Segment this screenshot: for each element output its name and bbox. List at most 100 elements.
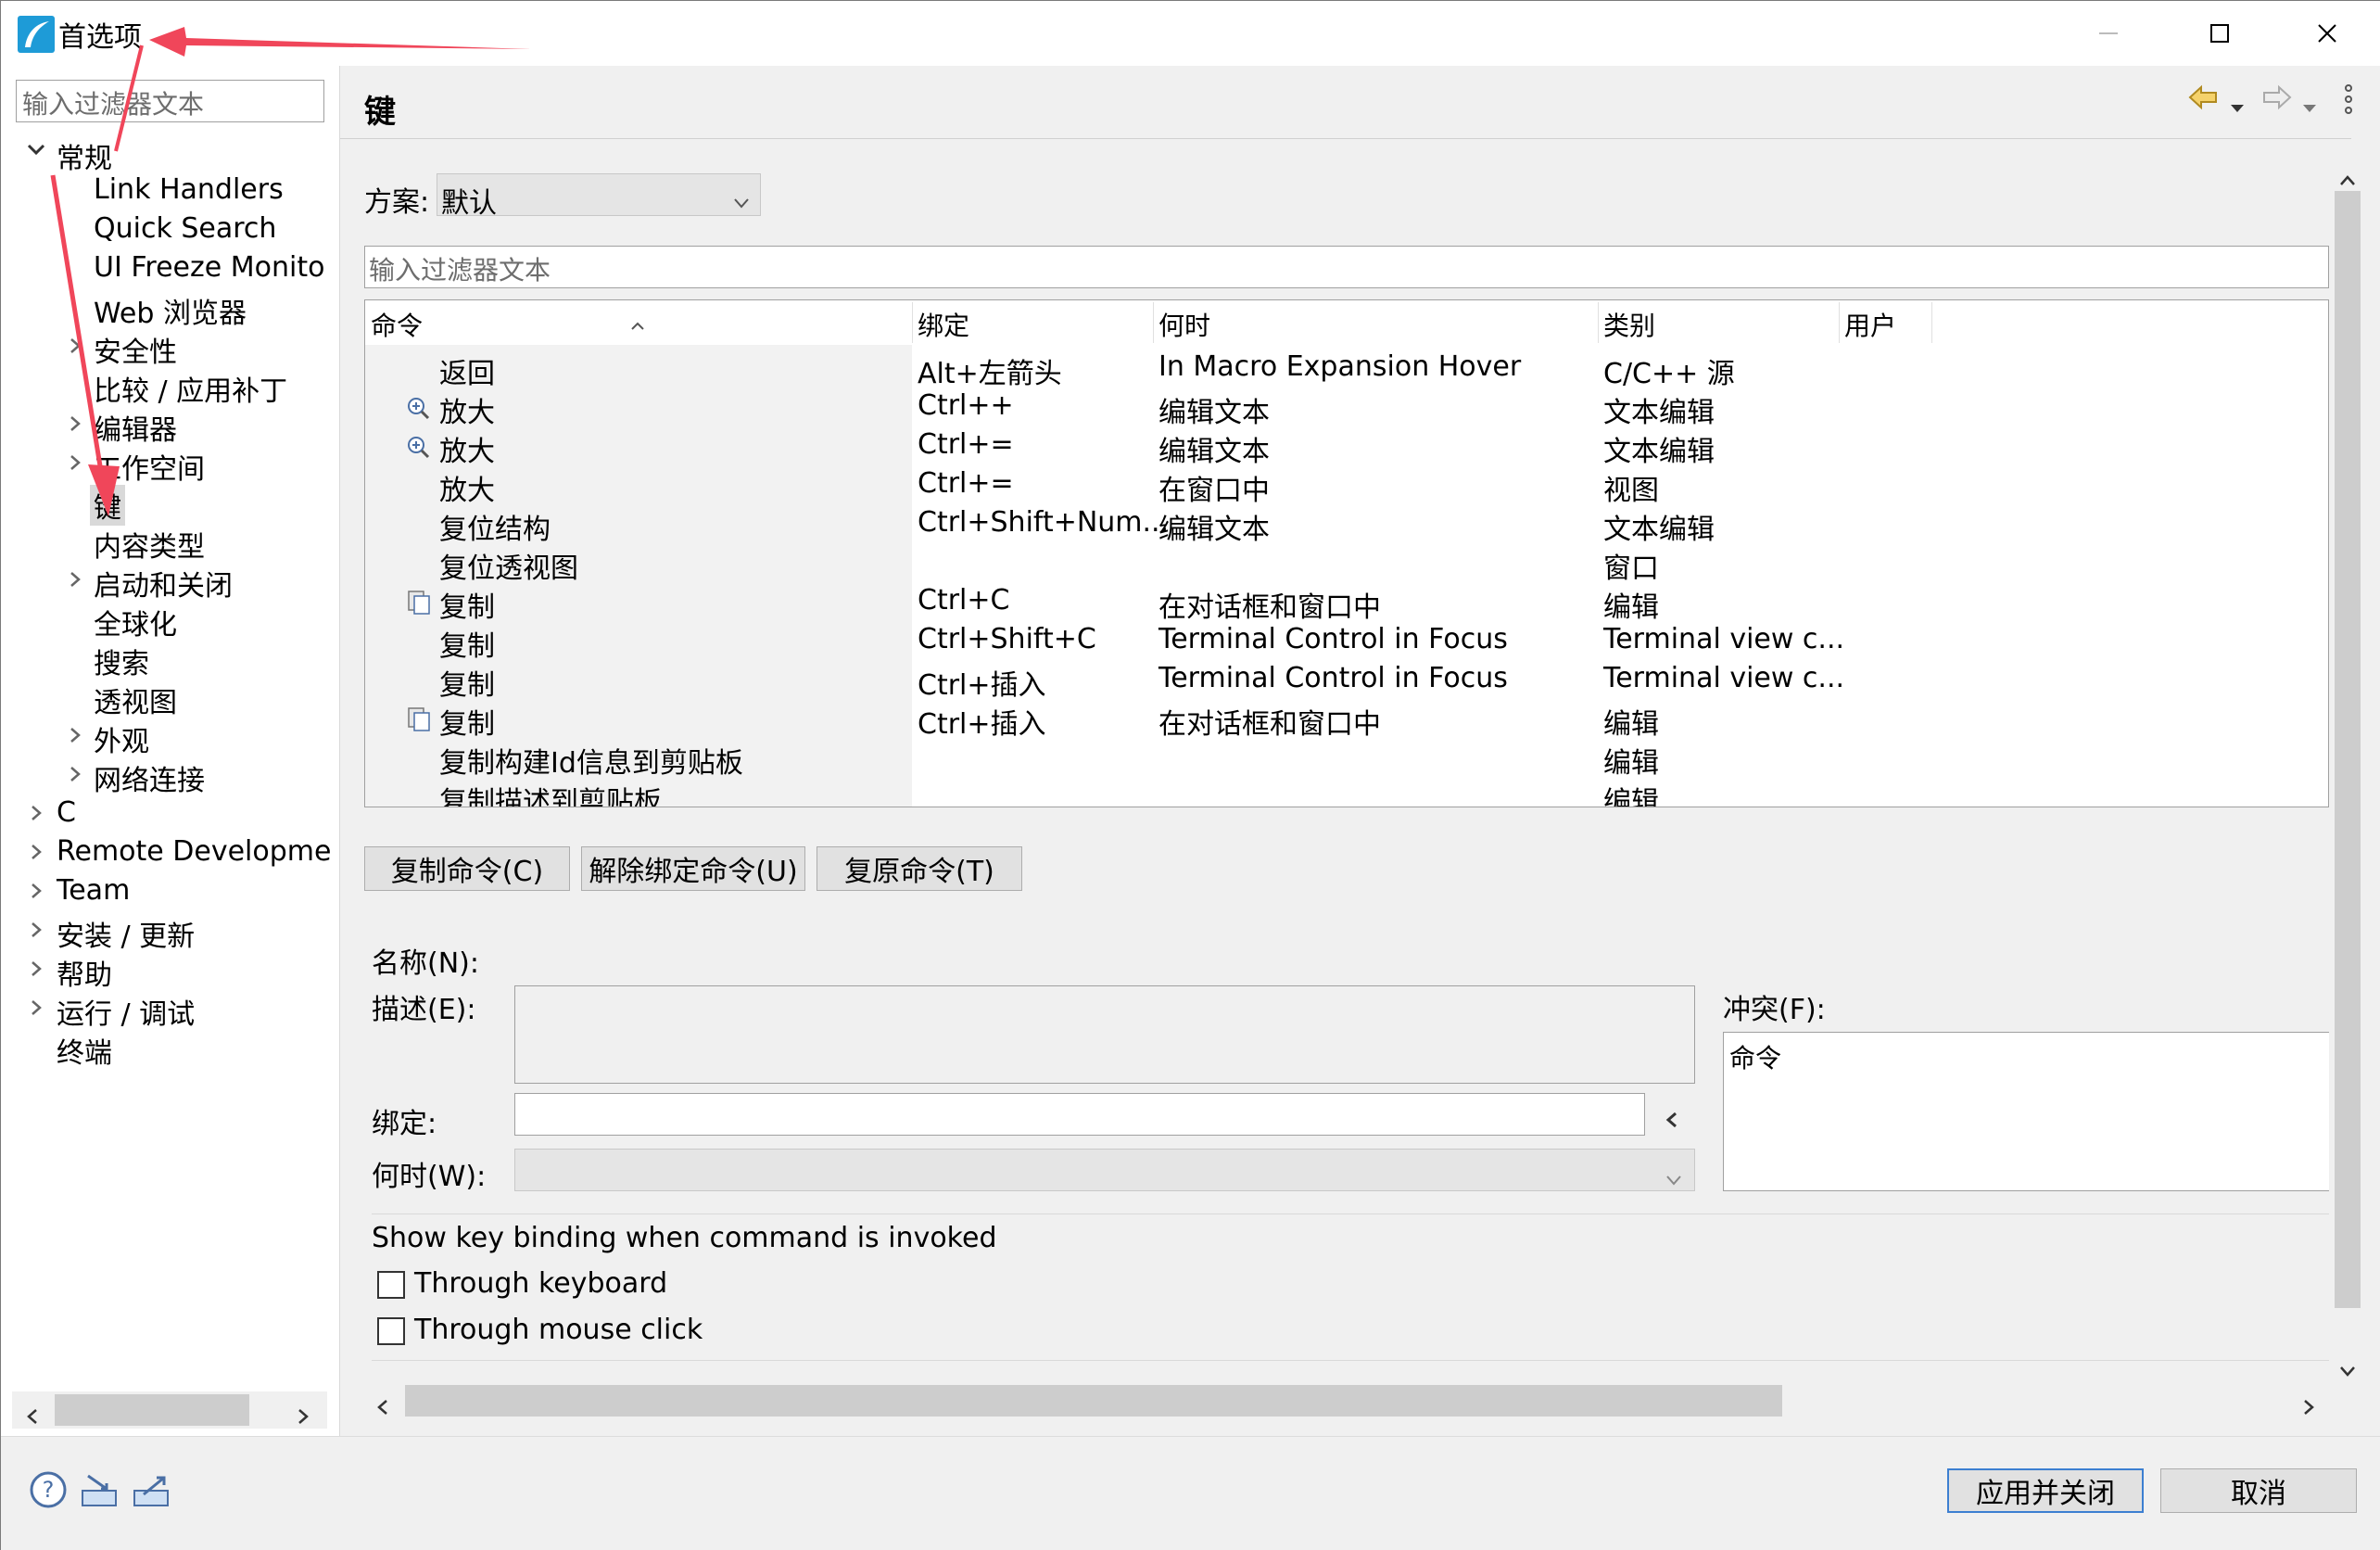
binding-menu-icon[interactable] xyxy=(1664,1104,1680,1137)
cell-command: 返回 xyxy=(439,358,495,390)
zoom-in-icon xyxy=(406,395,430,427)
chevron-right-icon[interactable] xyxy=(66,413,84,438)
copy-command-button[interactable]: 复制命令(C) xyxy=(364,846,570,891)
cell-binding: Alt+左箭头 xyxy=(918,358,1062,390)
tree-filter-input[interactable]: 输入过滤器文本 xyxy=(16,80,324,122)
tree-item-keys[interactable]: 键 xyxy=(90,485,125,526)
column-header-command[interactable]: 命令 xyxy=(371,306,423,343)
tree-item-perspectives[interactable]: 透视图 xyxy=(94,680,177,720)
table-row[interactable]: 放大 Ctrl+= 在窗口中 视图 xyxy=(365,465,2328,507)
tree-item-ui-freeze[interactable]: UI Freeze Monito xyxy=(94,251,324,284)
table-row[interactable]: 复位结构 Ctrl+Shift+Num... 编辑文本 文本编辑 xyxy=(365,504,2328,546)
tree-item-terminal[interactable]: 终端 xyxy=(57,1030,112,1071)
maximize-icon[interactable] xyxy=(2192,10,2247,57)
tree-item-team[interactable]: Team xyxy=(57,874,130,907)
tree-item-editors[interactable]: 编辑器 xyxy=(94,407,177,448)
tree-item-appearance[interactable]: 外观 xyxy=(94,718,149,759)
table-row[interactable]: 复制 Ctrl+插入 Terminal Control in Focus Termin… xyxy=(365,660,2328,702)
help-icon[interactable]: ? xyxy=(29,1470,68,1517)
tree-item-c[interactable]: C xyxy=(57,796,76,829)
table-row[interactable]: 复制描述到剪贴板 编辑 xyxy=(365,777,2328,807)
view-menu-icon[interactable] xyxy=(2342,83,2355,123)
chevron-right-icon[interactable] xyxy=(66,451,84,477)
chevron-right-icon[interactable] xyxy=(27,802,45,828)
scroll-up-icon[interactable] xyxy=(2338,164,2357,197)
scroll-left-icon[interactable] xyxy=(373,1391,392,1424)
horizontal-scroll-thumb[interactable] xyxy=(405,1385,1782,1417)
table-row[interactable]: 复制 Ctrl+Shift+C Terminal Control in Focus T… xyxy=(365,621,2328,663)
scroll-right-icon[interactable] xyxy=(294,1401,312,1433)
chevron-right-icon[interactable] xyxy=(66,568,84,594)
vertical-scroll-thumb[interactable] xyxy=(2335,191,2361,1308)
through-mouse-click-checkbox[interactable] xyxy=(377,1317,405,1345)
table-row[interactable]: 放大 Ctrl++ 编辑文本 文本编辑 xyxy=(365,388,2328,429)
chevron-right-icon[interactable] xyxy=(27,841,45,867)
cancel-button[interactable]: 取消 xyxy=(2160,1468,2357,1513)
chevron-right-icon[interactable] xyxy=(27,997,45,1023)
restore-command-button[interactable]: 复原命令(T) xyxy=(817,846,1022,891)
tree-item-globalization[interactable]: 全球化 xyxy=(94,602,177,642)
column-header-when[interactable]: 何时 xyxy=(1158,306,1210,343)
chevron-right-icon[interactable] xyxy=(27,958,45,984)
tree-item-install-update[interactable]: 安装 / 更新 xyxy=(57,913,195,954)
chevron-right-icon[interactable] xyxy=(66,724,84,750)
column-header-category[interactable]: 类别 xyxy=(1603,306,1655,343)
back-arrow-icon[interactable] xyxy=(2188,84,2220,118)
table-row[interactable]: 复制构建Id信息到剪贴板 编辑 xyxy=(365,738,2328,780)
close-icon[interactable] xyxy=(2299,10,2355,57)
table-row[interactable]: 放大 Ctrl+= 编辑文本 文本编辑 xyxy=(365,426,2328,468)
tree-item-search[interactable]: 搜索 xyxy=(94,641,149,681)
tree-item-startup[interactable]: 启动和关闭 xyxy=(94,563,233,603)
back-menu-chevron-icon[interactable] xyxy=(2229,90,2246,122)
column-header-binding[interactable]: 绑定 xyxy=(918,306,969,343)
table-row[interactable]: 复制 Ctrl+插入 在对话框和窗口中 编辑 xyxy=(365,699,2328,741)
table-row[interactable]: 复位透视图 窗口 xyxy=(365,543,2328,585)
tree-item-run-debug[interactable]: 运行 / 调试 xyxy=(57,991,195,1032)
when-label: 何时(W): xyxy=(372,1161,487,1193)
tree-scroll-thumb[interactable] xyxy=(55,1394,249,1426)
chevron-right-icon[interactable] xyxy=(27,919,45,945)
page-title: 键 xyxy=(364,94,396,131)
tree-item-compare[interactable]: 比较 / 应用补丁 xyxy=(94,368,287,409)
when-select[interactable] xyxy=(514,1149,1695,1191)
copy-icon xyxy=(406,590,432,623)
forward-menu-chevron-icon[interactable] xyxy=(2301,90,2318,122)
tree-item-quick-search[interactable]: Quick Search xyxy=(94,212,276,245)
tree-item-help[interactable]: 帮助 xyxy=(57,952,112,993)
minimize-icon[interactable] xyxy=(2081,10,2136,57)
scroll-left-icon[interactable] xyxy=(23,1401,42,1433)
binding-field[interactable] xyxy=(514,1093,1645,1136)
table-row[interactable]: 返回 Alt+左箭头 In Macro Expansion Hover C/C++ 源 xyxy=(365,349,2328,390)
description-field[interactable] xyxy=(514,985,1695,1084)
scheme-select[interactable]: 默认 xyxy=(437,173,761,220)
tree-item-content-types[interactable]: 内容类型 xyxy=(94,524,205,565)
export-icon[interactable] xyxy=(131,1472,171,1517)
import-icon[interactable] xyxy=(79,1472,120,1517)
through-keyboard-checkbox[interactable] xyxy=(377,1271,405,1299)
scroll-right-icon[interactable] xyxy=(2299,1391,2318,1424)
tree-item-network[interactable]: 网络连接 xyxy=(94,757,205,798)
tree-item-general[interactable]: 常规 xyxy=(57,135,112,176)
cell-command: 复制 xyxy=(439,708,495,741)
table-row[interactable]: 复制 Ctrl+C 在对话框和窗口中 编辑 xyxy=(365,582,2328,624)
cell-category: Terminal view c... xyxy=(1603,662,1845,694)
column-header-user[interactable]: 用户 xyxy=(1844,306,1896,343)
apply-and-close-button[interactable]: 应用并关闭 xyxy=(1947,1468,2144,1513)
chevron-right-icon[interactable] xyxy=(27,880,45,906)
tree-item-remote-development[interactable]: Remote Developme xyxy=(57,835,331,868)
command-filter-input[interactable]: 输入过滤器文本 xyxy=(364,246,2329,288)
unbind-command-button[interactable]: 解除绑定命令(U) xyxy=(581,846,805,891)
tree-item-link-handlers[interactable]: Link Handlers xyxy=(94,173,284,206)
tree-item-security[interactable]: 安全性 xyxy=(94,329,177,370)
chevron-right-icon[interactable] xyxy=(66,335,84,361)
cell-command: 放大 xyxy=(439,397,495,429)
chevron-down-icon xyxy=(732,185,751,218)
tree-item-web-browser[interactable]: Web 浏览器 xyxy=(94,290,247,331)
chevron-right-icon[interactable] xyxy=(66,763,84,789)
tree-item-workspace[interactable]: 工作空间 xyxy=(94,446,205,487)
cell-binding: Ctrl+Shift+Num... xyxy=(918,506,1170,539)
cell-category: 视图 xyxy=(1603,475,1659,507)
chevron-down-icon[interactable] xyxy=(25,138,47,166)
forward-arrow-icon[interactable] xyxy=(2260,84,2292,118)
scroll-down-icon[interactable] xyxy=(2338,1354,2357,1387)
